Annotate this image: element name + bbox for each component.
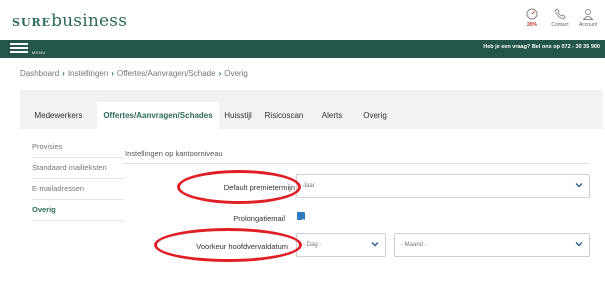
breadcrumb-dashboard[interactable]: Dashboard — [20, 69, 59, 78]
user-icon — [582, 9, 594, 20]
chevron-down-icon — [371, 242, 379, 247]
check-icon — [298, 218, 304, 224]
chevron-right-icon: › — [62, 69, 65, 78]
breadcrumb-instellingen[interactable]: Instellingen — [68, 69, 108, 78]
day-value: - Dag - — [303, 242, 322, 248]
tab-risicoscan[interactable]: Risicoscan — [263, 102, 305, 129]
gauge-icon — [526, 8, 538, 20]
menu-label[interactable]: MENU — [32, 50, 46, 55]
sidebar-item-overig[interactable]: Overig — [32, 200, 124, 221]
premietermijn-select[interactable]: Jaar — [296, 174, 590, 198]
account-label: Account — [578, 22, 598, 28]
tab-medewerkers[interactable]: Medewerkers — [20, 102, 97, 129]
contact-button[interactable]: Contact — [545, 8, 575, 28]
chevron-right-icon: › — [111, 69, 114, 78]
prolongatiemail-label: Prolongatiemail — [233, 214, 285, 223]
logo-prefix: SURE — [12, 16, 52, 29]
tab-offertes-aanvragen-schades[interactable]: Offertes/Aanvragen/Schades — [97, 102, 219, 129]
hoofdvervaldatum-month-select[interactable]: - Maand - — [394, 233, 590, 257]
settings-tabs: Medewerkers Offertes/Aanvragen/Schades H… — [20, 102, 603, 129]
contact-label: Contact — [551, 22, 569, 28]
highlight-circle — [177, 170, 301, 204]
premietermijn-value: Jaar — [303, 183, 315, 189]
settings-content: Medewerkers Offertes/Aanvragen/Schades H… — [20, 90, 603, 301]
settings-panel: Provisies Standaard mailteksten E-mailad… — [20, 129, 603, 301]
chevron-down-icon — [575, 242, 583, 247]
breadcrumb-offertes[interactable]: Offertes/Aanvragen/Schade — [117, 69, 216, 78]
breadcrumb-overig: Overig — [224, 69, 248, 78]
settings-sidebar: Provisies Standaard mailteksten E-mailad… — [32, 137, 124, 221]
alerts-button[interactable]: 20% — [517, 8, 547, 28]
chevron-right-icon: › — [218, 69, 222, 78]
section-divider — [122, 163, 590, 164]
top-header: SUREbusiness 20% Contact Account — [0, 0, 605, 40]
tab-alerts[interactable]: Alerts — [318, 102, 346, 129]
hoofdvervaldatum-day-select[interactable]: - Dag - — [296, 233, 386, 257]
highlight-circle — [154, 228, 302, 262]
tab-huisstijl[interactable]: Huisstijl — [219, 102, 257, 129]
tab-overig[interactable]: Overig — [358, 102, 392, 129]
app-logo[interactable]: SUREbusiness — [12, 11, 127, 31]
account-button[interactable]: Account — [573, 8, 603, 28]
prolongatiemail-checkbox[interactable] — [297, 212, 305, 224]
chevron-down-icon — [575, 183, 583, 188]
month-value: - Maand - — [401, 242, 427, 248]
logo-suffix: business — [51, 11, 128, 31]
breadcrumb: Dashboard › Instellingen › Offertes/Aanvrage… — [20, 69, 248, 78]
menu-icon[interactable] — [10, 43, 32, 55]
sidebar-item-standaard-mailteksten[interactable]: Standaard mailteksten — [32, 158, 124, 179]
sidebar-item-e-mailadressen[interactable]: E-mailadressen — [32, 179, 124, 200]
sidebar-item-provisies[interactable]: Provisies — [32, 137, 124, 158]
phone-icon — [554, 8, 566, 20]
section-title: Instellingen op kantoorniveau — [125, 149, 223, 158]
main-navbar: MENU Heb je een vraag? Bel ons op 072 - … — [0, 40, 605, 58]
help-phone-text: Heb je een vraag? Bel ons op 072 - 30 35… — [483, 44, 600, 50]
alerts-count: 20% — [526, 22, 537, 28]
